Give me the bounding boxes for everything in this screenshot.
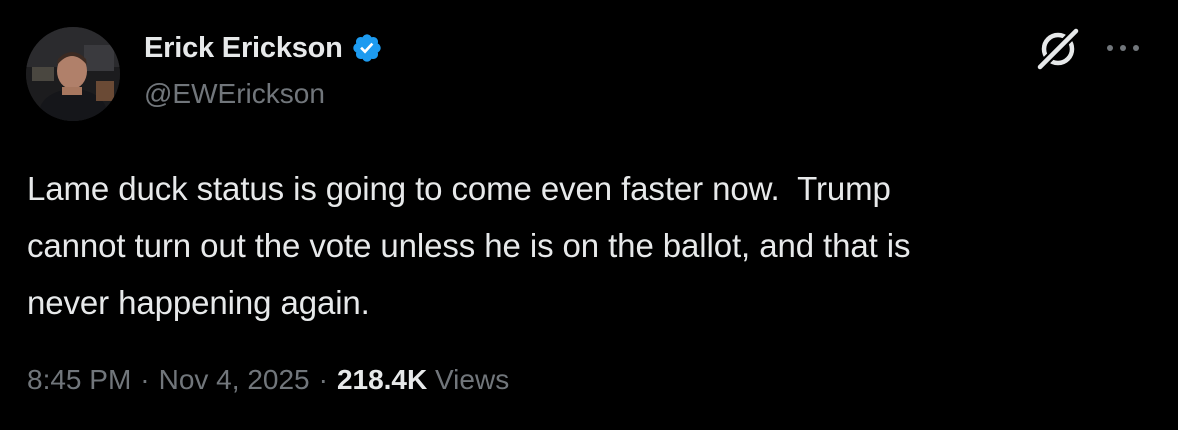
avatar[interactable] <box>26 27 120 121</box>
separator: · <box>140 364 150 395</box>
tweet-text: Lame duck status is going to come even f… <box>27 170 911 321</box>
display-name[interactable]: Erick Erickson <box>144 32 343 65</box>
timestamp-link[interactable]: 8:45 PM · Nov 4, 2025 <box>27 364 310 395</box>
views-count: 218.4K <box>336 364 428 395</box>
author-name-row: Erick Erickson <box>144 28 383 68</box>
post-time: 8:45 PM <box>27 364 132 395</box>
views-link[interactable]: 218.4K Views <box>337 364 509 395</box>
tweet-meta: 8:45 PM · Nov 4, 2025 · 218.4K Views <box>27 364 509 396</box>
handle[interactable]: @EWErickson <box>144 78 325 110</box>
tweet-card: Erick Erickson @EWErickson Lame duck sta… <box>0 0 1178 430</box>
more-options-icon[interactable] <box>1100 36 1146 60</box>
grok-icon[interactable] <box>1033 25 1083 73</box>
separator: · <box>318 364 328 395</box>
views-label: Views <box>435 364 510 395</box>
post-date: Nov 4, 2025 <box>158 364 310 395</box>
avatar-image <box>26 27 120 121</box>
verified-badge-icon[interactable] <box>351 32 383 64</box>
